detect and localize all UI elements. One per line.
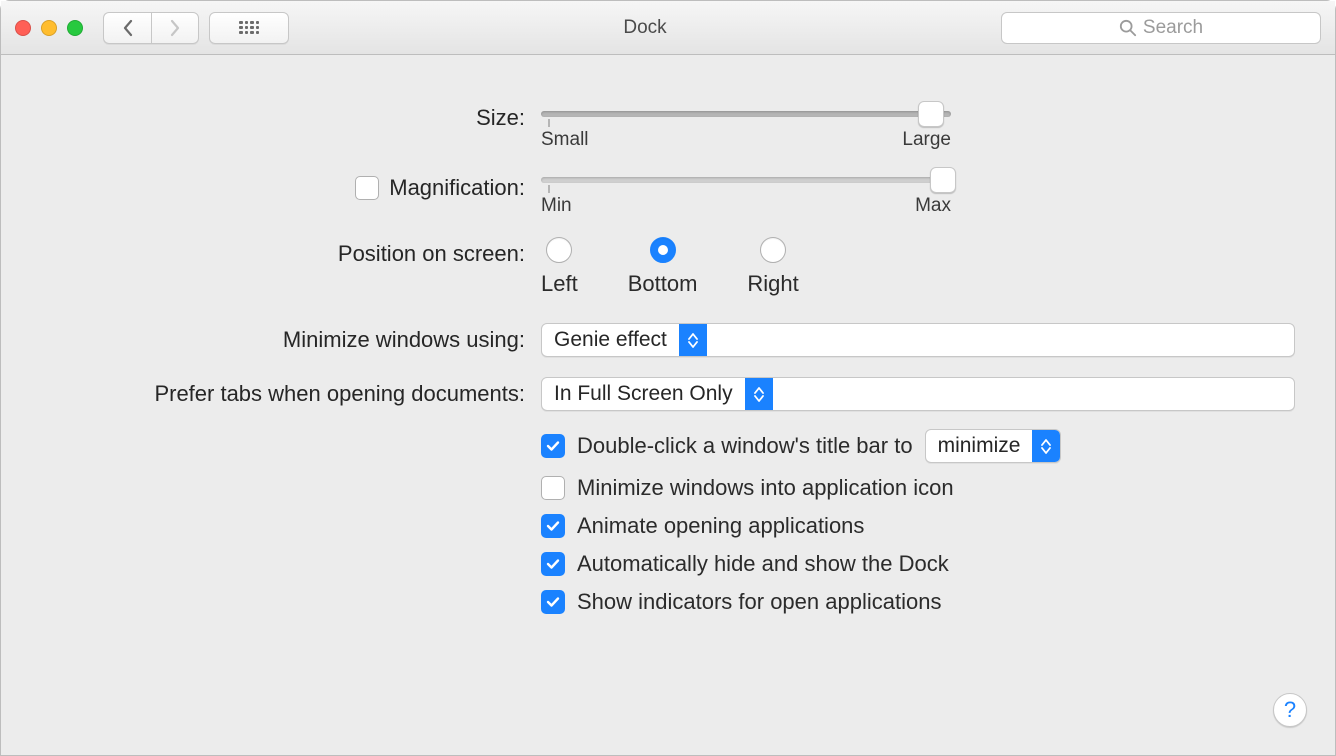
magnification-slider-thumb[interactable] <box>930 167 956 193</box>
magnification-max-label: Max <box>915 195 951 217</box>
magnification-label: Magnification: <box>389 175 525 201</box>
forward-button[interactable] <box>151 12 199 44</box>
radio-label: Bottom <box>628 271 698 297</box>
zoom-window-button[interactable] <box>67 20 83 36</box>
minimize-using-label: Minimize windows using: <box>41 323 541 353</box>
position-label: Position on screen: <box>41 233 541 267</box>
position-radio-group: Left Bottom Right <box>541 233 1295 297</box>
grid-icon <box>239 21 259 35</box>
minimize-window-button[interactable] <box>41 20 57 36</box>
content-pane: Size: Small Large Magn <box>1 55 1335 755</box>
chevron-right-icon <box>169 19 181 37</box>
help-button[interactable]: ? <box>1273 693 1307 727</box>
size-slider-thumb[interactable] <box>918 101 944 127</box>
back-button[interactable] <box>103 12 151 44</box>
radio-label: Right <box>747 271 798 297</box>
updown-arrows-icon <box>745 378 773 410</box>
double-click-checkbox[interactable] <box>541 434 565 458</box>
close-window-button[interactable] <box>15 20 31 36</box>
updown-arrows-icon <box>1032 430 1060 462</box>
autohide-label: Automatically hide and show the Dock <box>577 551 949 577</box>
minimize-effect-popup[interactable]: Genie effect <box>541 323 1295 357</box>
magnification-checkbox[interactable] <box>355 176 379 200</box>
search-placeholder: Search <box>1143 17 1203 39</box>
double-click-action-value: minimize <box>926 430 1033 462</box>
minimize-into-checkbox[interactable] <box>541 476 565 500</box>
prefer-tabs-value: In Full Screen Only <box>542 378 745 410</box>
updown-arrows-icon <box>679 324 707 356</box>
window-title: Dock <box>299 17 991 39</box>
autohide-checkbox[interactable] <box>541 552 565 576</box>
indicators-checkbox[interactable] <box>541 590 565 614</box>
prefer-tabs-label: Prefer tabs when opening documents: <box>41 377 541 407</box>
minimize-into-label: Minimize windows into application icon <box>577 475 954 501</box>
radio-indicator <box>546 237 572 263</box>
size-slider[interactable] <box>541 101 951 117</box>
indicators-label: Show indicators for open applications <box>577 589 941 615</box>
double-click-action-popup[interactable]: minimize <box>925 429 1062 463</box>
animate-label: Animate opening applications <box>577 513 864 539</box>
show-all-button[interactable] <box>209 12 289 44</box>
radio-label: Left <box>541 271 578 297</box>
size-label: Size: <box>41 101 541 131</box>
nav-back-forward <box>103 12 199 44</box>
position-radio-left[interactable]: Left <box>541 237 578 297</box>
search-icon <box>1119 19 1137 37</box>
animate-checkbox[interactable] <box>541 514 565 538</box>
window-controls <box>15 20 83 36</box>
question-icon: ? <box>1284 697 1296 723</box>
prefer-tabs-popup[interactable]: In Full Screen Only <box>541 377 1295 411</box>
position-radio-bottom[interactable]: Bottom <box>628 237 698 297</box>
position-radio-right[interactable]: Right <box>747 237 798 297</box>
minimize-effect-value: Genie effect <box>542 324 679 356</box>
magnification-slider[interactable] <box>541 167 951 183</box>
search-field[interactable]: Search <box>1001 12 1321 44</box>
size-min-label: Small <box>541 129 589 151</box>
radio-indicator <box>650 237 676 263</box>
dock-preferences-window: Dock Search Size: Small Large <box>0 0 1336 756</box>
size-max-label: Large <box>902 129 951 151</box>
double-click-label: Double-click a window's title bar to <box>577 433 913 459</box>
radio-indicator <box>760 237 786 263</box>
titlebar: Dock Search <box>1 1 1335 55</box>
magnification-min-label: Min <box>541 195 572 217</box>
chevron-left-icon <box>122 19 134 37</box>
